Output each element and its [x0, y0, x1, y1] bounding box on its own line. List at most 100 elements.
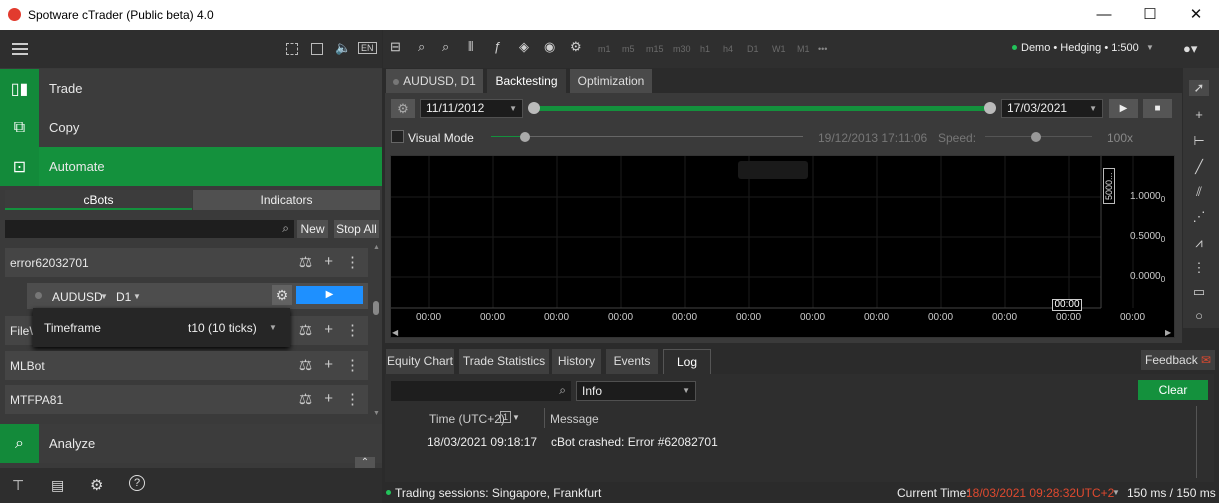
- speed-handle[interactable]: [1031, 132, 1041, 142]
- comment-tool-icon[interactable]: ▭: [1189, 284, 1209, 300]
- tab-indicators[interactable]: Indicators: [193, 190, 380, 210]
- minimize-button[interactable]: —: [1081, 0, 1127, 30]
- range-start-handle[interactable]: [528, 102, 540, 114]
- cbot-row[interactable]: error62032701 ⚖ + ⋮: [5, 248, 368, 277]
- add-instance-icon[interactable]: +: [324, 390, 333, 408]
- language-button[interactable]: EN: [358, 42, 377, 54]
- clear-log-button[interactable]: Clear: [1138, 380, 1208, 400]
- chart-scale-box[interactable]: 5000...: [1103, 168, 1115, 204]
- end-date-picker[interactable]: 17/03/2021 ▼: [1001, 99, 1103, 118]
- more-icon[interactable]: ⋮: [345, 253, 360, 271]
- tab-equity-chart[interactable]: Equity Chart: [386, 349, 454, 374]
- maximize-button[interactable]: ☐: [1127, 0, 1173, 30]
- stop-button[interactable]: ■: [1143, 99, 1172, 118]
- play-button[interactable]: ▶: [1109, 99, 1138, 118]
- more-icon[interactable]: ⋮: [345, 390, 360, 408]
- nav-trade[interactable]: ▯▮ Trade: [0, 69, 382, 108]
- chart-type-icon[interactable]: ⫴: [468, 39, 473, 55]
- tab-cbots[interactable]: cBots: [5, 190, 192, 210]
- stop-all-button[interactable]: Stop All: [334, 220, 379, 238]
- fullscreen-icon[interactable]: [286, 43, 298, 55]
- start-instance-button[interactable]: ▶: [296, 286, 363, 304]
- progress-handle[interactable]: [520, 132, 530, 142]
- eye-icon[interactable]: ◉: [544, 39, 555, 55]
- more-timeframes-button[interactable]: •••: [818, 44, 827, 54]
- tf-d1[interactable]: D1: [747, 44, 759, 54]
- trendline-tool-icon[interactable]: ╱: [1189, 159, 1209, 175]
- tab-log[interactable]: Log: [663, 349, 711, 374]
- start-date-picker[interactable]: 11/11/2012 ▼: [420, 99, 523, 118]
- gann-tool-icon[interactable]: ⋮: [1189, 260, 1209, 276]
- visual-mode-checkbox[interactable]: [391, 130, 404, 143]
- backtest-settings-gear-icon[interactable]: ⚙: [391, 99, 415, 118]
- new-cbot-button[interactable]: New: [297, 220, 328, 238]
- tf-h1[interactable]: h1: [700, 44, 710, 54]
- cbot-row[interactable]: MTFPA81 ⚖ + ⋮: [5, 385, 368, 414]
- chart-scroll-right-icon[interactable]: ▶: [1165, 328, 1173, 338]
- tf-m5[interactable]: m5: [622, 44, 635, 54]
- shape-tool-icon[interactable]: ○: [1189, 308, 1209, 323]
- log-scrollbar[interactable]: [1196, 406, 1197, 478]
- fibonacci-tool-icon[interactable]: ⋰: [1189, 209, 1209, 225]
- channel-tool-icon[interactable]: ⫽: [1189, 184, 1209, 200]
- instance-symbol[interactable]: AUDUSD: [52, 290, 103, 304]
- news-icon[interactable]: ▤: [51, 477, 64, 494]
- cbot-list-scrollbar[interactable]: ▲ ▼: [372, 244, 380, 419]
- log-col-time[interactable]: Time (UTC+2): [429, 412, 505, 426]
- nav-copy[interactable]: ⧉ Copy: [0, 108, 382, 147]
- tab-trade-statistics[interactable]: Trade Statistics: [459, 349, 549, 374]
- tf-w1[interactable]: W1: [772, 44, 786, 54]
- menu-icon[interactable]: [12, 43, 28, 55]
- tab-instrument[interactable]: AUDUSD, D1: [386, 69, 483, 93]
- pitchfork-tool-icon[interactable]: ⩘: [1189, 235, 1209, 251]
- tf-h4[interactable]: h4: [723, 44, 733, 54]
- tab-history[interactable]: History: [552, 349, 601, 374]
- more-icon[interactable]: ⋮: [345, 321, 360, 339]
- instance-timeframe[interactable]: D1: [116, 290, 131, 304]
- gear-icon[interactable]: ⚙: [272, 285, 292, 305]
- backtest-icon[interactable]: ⚖: [299, 390, 312, 408]
- nav-analyze[interactable]: ⌕ Analyze ⌃: [0, 424, 382, 473]
- cbot-search-input[interactable]: ⌕: [5, 220, 294, 238]
- range-end-handle[interactable]: [984, 102, 996, 114]
- log-level-select[interactable]: Info ▼: [576, 381, 696, 401]
- add-instance-icon[interactable]: +: [324, 321, 333, 339]
- close-button[interactable]: ✕: [1173, 0, 1219, 30]
- zoom-in-icon[interactable]: ⌕: [442, 39, 449, 55]
- cursor-tool-icon[interactable]: ➚: [1189, 80, 1209, 96]
- more-icon[interactable]: ⋮: [345, 356, 360, 374]
- help-icon[interactable]: ?: [129, 475, 145, 491]
- backtest-icon[interactable]: ⚖: [299, 356, 312, 374]
- tf-m15[interactable]: m15: [646, 44, 664, 54]
- progress-track[interactable]: [491, 136, 803, 137]
- indicators-icon[interactable]: ƒ: [494, 39, 501, 54]
- log-search-input[interactable]: ⌕: [391, 381, 571, 401]
- add-instance-icon[interactable]: +: [324, 253, 333, 271]
- sound-icon[interactable]: 🔈: [335, 40, 351, 56]
- window-mode-icon[interactable]: [311, 43, 323, 55]
- timezone-selector[interactable]: UTC+2: [1076, 486, 1114, 500]
- ruler-tool-icon[interactable]: ⊢: [1189, 133, 1209, 149]
- chart-scroll-left-icon[interactable]: ◀: [392, 328, 400, 338]
- timeframe-select[interactable]: t10 (10 ticks): [188, 321, 257, 335]
- trading-sessions[interactable]: Trading sessions: Singapore, Frankfurt: [395, 486, 601, 500]
- tf-mn1[interactable]: M1: [797, 44, 810, 54]
- add-instance-icon[interactable]: +: [324, 356, 333, 374]
- timezone-button[interactable]: 1: [500, 411, 512, 423]
- date-range-slider[interactable]: [534, 106, 990, 111]
- layout-icon[interactable]: ⊟: [390, 39, 401, 55]
- settings-gear-icon[interactable]: ⚙: [90, 476, 103, 494]
- backtest-icon[interactable]: ⚖: [299, 321, 312, 339]
- cbot-instance-row[interactable]: AUDUSD ▼ D1 ▼ ⚙ ▶: [27, 283, 368, 309]
- tab-backtesting[interactable]: Backtesting: [487, 69, 566, 93]
- user-icon[interactable]: ●▾: [1183, 41, 1197, 57]
- tab-events[interactable]: Events: [606, 349, 658, 374]
- layers-icon[interactable]: ◈: [519, 39, 529, 55]
- account-selector[interactable]: Demo • Hedging • 1:500: [1021, 42, 1139, 54]
- cbot-row[interactable]: MLBot ⚖ + ⋮: [5, 351, 368, 380]
- tf-m1[interactable]: m1: [598, 44, 611, 54]
- feedback-button[interactable]: Feedback ✉: [1141, 350, 1215, 370]
- platform-icon[interactable]: ⊤: [12, 477, 24, 494]
- zoom-out-icon[interactable]: ⌕: [418, 39, 425, 55]
- log-col-message[interactable]: Message: [550, 412, 599, 426]
